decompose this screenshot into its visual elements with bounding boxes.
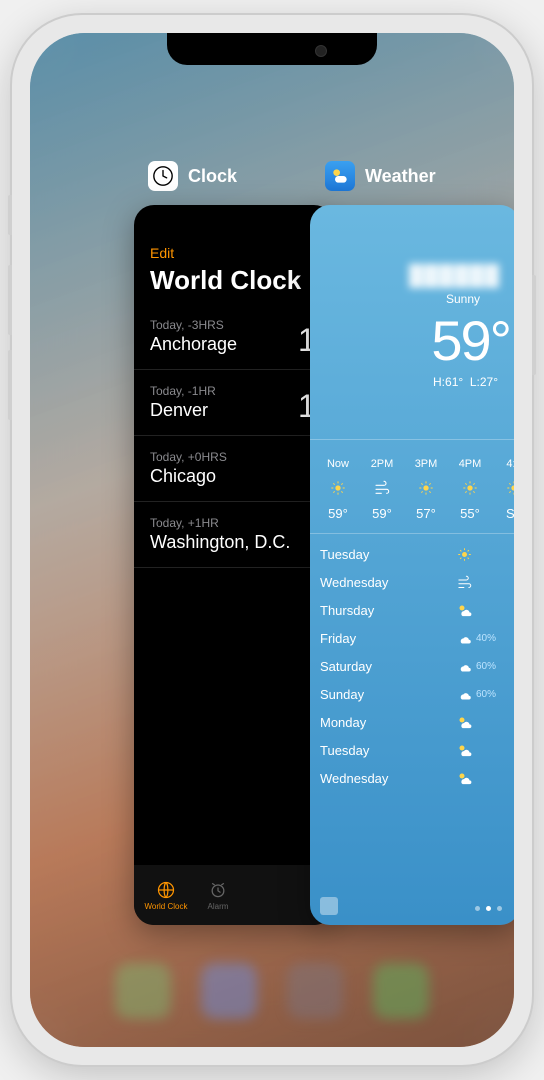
hourly-item: 3PM 57° [404,458,448,521]
daily-item: Monday [320,708,510,736]
day-name: Saturday [320,659,452,674]
hourly-item: 2PM 59° [360,458,404,521]
precip-pct: 60% [476,689,510,700]
daily-item: Wednesday [320,764,510,792]
day-name: Tuesday [320,743,452,758]
partly-icon [452,715,476,730]
switcher-app-label-weather: Weather [325,161,436,191]
tab-label: World Clock [145,902,188,911]
cloud-icon [452,631,476,646]
tab-label: Alarm [208,902,229,911]
clock-app-label: Clock [188,166,237,187]
alarm-icon [208,880,228,900]
daily-item: Friday 40% [320,624,510,652]
tab-alarm[interactable]: Alarm [192,880,244,911]
weather-app-label: Weather [365,166,436,187]
daily-item: Tuesday [320,540,510,568]
sun-icon [404,476,448,500]
sun-icon [316,476,360,500]
weather-current-temp: 59° [310,308,514,373]
precip-pct: 40% [476,633,510,644]
day-name: Sunday [320,687,452,702]
hourly-item: Now 59° [316,458,360,521]
weather-page-dots[interactable] [475,906,502,911]
clock-city: Denver [150,400,318,421]
weather-channel-logo[interactable] [320,897,338,915]
day-name: Wednesday [320,771,452,786]
globe-icon [156,880,176,900]
hour-temp: Su [492,506,514,521]
weather-high: H:61° [433,375,463,389]
clock-city: Anchorage [150,334,318,355]
cloud-icon [452,687,476,702]
side-button [532,275,536,375]
volume-up [8,265,12,335]
daily-item: Tuesday [320,736,510,764]
app-switcher[interactable]: Clock Weather Edit World Clock Today, -3… [30,33,514,1047]
hour-label: 2PM [360,458,404,470]
hourly-item: 4:4 Su [492,458,514,521]
hour-temp: 57° [404,506,448,521]
cloud-icon [452,659,476,674]
volume-down [8,350,12,420]
weather-hourly-forecast[interactable]: Now 59° 2PM 59° 3PM 57° 4PM 55° 4:4 Su [310,439,514,534]
sun-icon [448,476,492,500]
daily-item: Sunday 60% [320,680,510,708]
iphone-frame: Clock Weather Edit World Clock Today, -3… [12,15,532,1065]
hour-label: 4PM [448,458,492,470]
wind-icon [360,476,404,500]
day-name: Monday [320,715,452,730]
daily-item: Thursday [320,596,510,624]
clock-app-icon [148,161,178,191]
partly-icon [452,603,476,618]
tab-world-clock[interactable]: World Clock [140,880,192,911]
partly-icon [452,743,476,758]
clock-tab-bar: World Clock Alarm [134,865,334,925]
weather-city: ██████ [310,265,514,288]
world-clock-row[interactable]: Today, -3HRS Anchorage 1 [134,304,334,370]
weather-hi-lo: H:61° L:27° [310,375,514,389]
clock-offset: Today, -1HR [150,384,318,398]
hourly-item: 4PM 55° [448,458,492,521]
hour-label: 4:4 [492,458,514,470]
hour-temp: 59° [316,506,360,521]
partly-icon [452,771,476,786]
mute-switch [8,195,12,235]
world-clock-row[interactable]: Today, +1HR Washington, D.C. [134,502,334,568]
weather-app-icon [325,161,355,191]
switcher-card-weather[interactable]: ██████ Sunny 59° H:61° L:27° Now 59° 2PM 59… [310,205,514,925]
sun-icon [492,476,514,500]
day-name: Wednesday [320,575,452,590]
switcher-app-label-clock: Clock [148,161,237,191]
notch [167,33,377,65]
world-clock-row[interactable]: Today, +0HRS Chicago [134,436,334,502]
clock-city: Washington, D.C. [150,532,318,553]
daily-item: Saturday 60% [320,652,510,680]
clock-offset: Today, +1HR [150,516,318,530]
clock-offset: Today, +0HRS [150,450,318,464]
screen: Clock Weather Edit World Clock Today, -3… [30,33,514,1047]
world-clock-row[interactable]: Today, -1HR Denver 1 [134,370,334,436]
day-name: Thursday [320,603,452,618]
day-name: Friday [320,631,452,646]
hour-temp: 59° [360,506,404,521]
hour-label: Now [316,458,360,470]
weather-condition: Sunny [310,292,514,306]
clock-offset: Today, -3HRS [150,318,318,332]
hour-label: 3PM [404,458,448,470]
day-name: Tuesday [320,547,452,562]
weather-low: L:27° [470,375,498,389]
hour-temp: 55° [448,506,492,521]
world-clock-title: World Clock [150,265,318,296]
daily-item: Wednesday [320,568,510,596]
edit-button[interactable]: Edit [150,245,318,261]
clock-city: Chicago [150,466,318,487]
switcher-card-clock[interactable]: Edit World Clock Today, -3HRS Anchorage … [134,205,334,925]
precip-pct: 60% [476,661,510,672]
wind-icon [452,575,476,590]
weather-daily-forecast[interactable]: Tuesday Wednesday Thursday Friday 40% Saturda… [310,534,514,792]
sun-icon [452,547,476,562]
